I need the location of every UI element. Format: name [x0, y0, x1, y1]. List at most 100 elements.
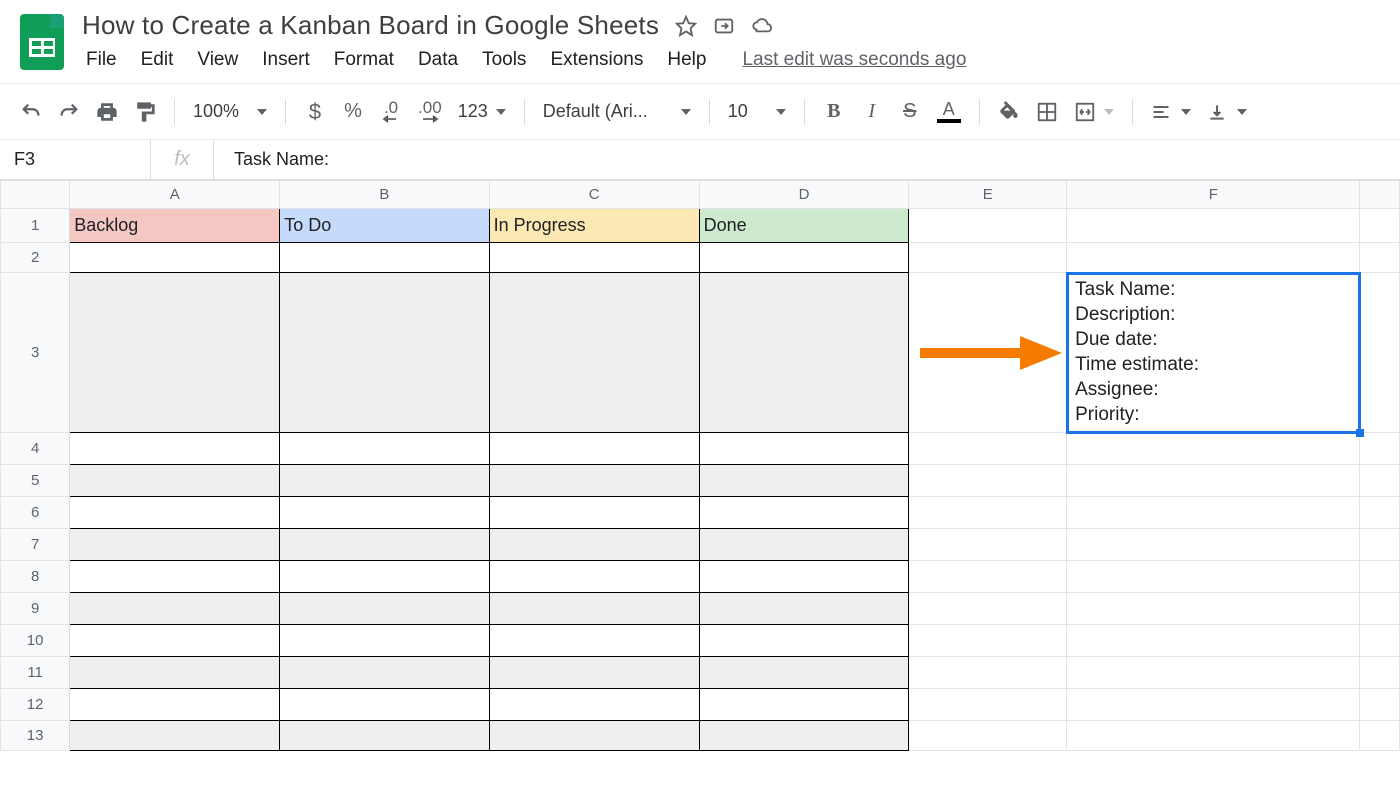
format-percent-button[interactable]: % [336, 95, 370, 129]
menu-data[interactable]: Data [418, 49, 458, 71]
cell-A3[interactable] [70, 273, 280, 433]
cell-B1[interactable]: To Do [280, 209, 489, 243]
paint-format-button[interactable] [128, 95, 162, 129]
cell[interactable] [1067, 465, 1360, 497]
vertical-align-dropdown[interactable] [1201, 95, 1253, 129]
cell-B10[interactable] [280, 625, 489, 657]
cell[interactable] [909, 561, 1067, 593]
undo-button[interactable] [14, 95, 48, 129]
cell[interactable] [1067, 433, 1360, 465]
menu-tools[interactable]: Tools [482, 49, 526, 71]
cell-D4[interactable] [699, 433, 909, 465]
row-header[interactable]: 10 [1, 625, 70, 657]
doc-title[interactable]: How to Create a Kanban Board in Google S… [82, 10, 659, 41]
cell[interactable] [1360, 529, 1400, 561]
cell[interactable] [1360, 593, 1400, 625]
menu-edit[interactable]: Edit [141, 49, 174, 71]
cell-F1[interactable] [1067, 209, 1360, 243]
cell[interactable] [1067, 721, 1360, 751]
move-to-folder-icon[interactable] [713, 15, 735, 37]
cell-D1[interactable]: Done [699, 209, 909, 243]
cell-D9[interactable] [699, 593, 909, 625]
row-header[interactable]: 9 [1, 593, 70, 625]
italic-button[interactable]: I [855, 95, 889, 129]
cell[interactable] [1360, 243, 1400, 273]
cell[interactable] [909, 721, 1067, 751]
cell-C12[interactable] [489, 689, 699, 721]
cell-B8[interactable] [280, 561, 489, 593]
col-header-A[interactable]: A [70, 181, 280, 209]
borders-button[interactable] [1030, 95, 1064, 129]
cell-A13[interactable] [70, 721, 280, 751]
cell-C9[interactable] [489, 593, 699, 625]
cell-A6[interactable] [70, 497, 280, 529]
cell-F2[interactable] [1067, 243, 1360, 273]
merge-cells-dropdown[interactable] [1068, 95, 1120, 129]
menu-extensions[interactable]: Extensions [550, 49, 643, 71]
redo-button[interactable] [52, 95, 86, 129]
text-color-button[interactable]: A [931, 95, 967, 129]
bold-button[interactable]: B [817, 95, 851, 129]
row-header[interactable]: 13 [1, 721, 70, 751]
cell[interactable] [909, 465, 1067, 497]
cell-D8[interactable] [699, 561, 909, 593]
cell-C6[interactable] [489, 497, 699, 529]
cell[interactable] [909, 497, 1067, 529]
cell-B9[interactable] [280, 593, 489, 625]
row-header[interactable]: 7 [1, 529, 70, 561]
cell[interactable] [1360, 625, 1400, 657]
col-header-blank[interactable] [1360, 181, 1400, 209]
menu-help[interactable]: Help [667, 49, 706, 71]
cell-A1[interactable]: Backlog [70, 209, 280, 243]
cell-C2[interactable] [489, 243, 699, 273]
cell-C8[interactable] [489, 561, 699, 593]
cell[interactable] [909, 689, 1067, 721]
cell-A9[interactable] [70, 593, 280, 625]
cell-A2[interactable] [70, 243, 280, 273]
col-header-D[interactable]: D [699, 181, 909, 209]
row-header[interactable]: 3 [1, 273, 70, 433]
cell-C10[interactable] [489, 625, 699, 657]
menu-format[interactable]: Format [334, 49, 394, 71]
row-header[interactable]: 4 [1, 433, 70, 465]
row-header[interactable]: 5 [1, 465, 70, 497]
cell-B5[interactable] [280, 465, 489, 497]
cell-A4[interactable] [70, 433, 280, 465]
cell-D13[interactable] [699, 721, 909, 751]
name-box[interactable]: F3 [0, 149, 150, 170]
cell[interactable] [1360, 721, 1400, 751]
cell-B6[interactable] [280, 497, 489, 529]
cell-E2[interactable] [909, 243, 1067, 273]
selection-fill-handle[interactable] [1356, 429, 1364, 437]
increase-decimal-button[interactable]: .00 [412, 95, 448, 129]
cell[interactable] [1067, 657, 1360, 689]
horizontal-align-dropdown[interactable] [1145, 95, 1197, 129]
zoom-dropdown[interactable]: 100% [187, 95, 273, 129]
cell-D10[interactable] [699, 625, 909, 657]
cell-B2[interactable] [280, 243, 489, 273]
menu-insert[interactable]: Insert [262, 49, 310, 71]
cell-A5[interactable] [70, 465, 280, 497]
cell-D2[interactable] [699, 243, 909, 273]
cell[interactable] [1360, 657, 1400, 689]
cell-D6[interactable] [699, 497, 909, 529]
cell-A7[interactable] [70, 529, 280, 561]
row-header[interactable]: 11 [1, 657, 70, 689]
cell-B3[interactable] [280, 273, 489, 433]
cell-D12[interactable] [699, 689, 909, 721]
cell[interactable] [1067, 593, 1360, 625]
cell-C5[interactable] [489, 465, 699, 497]
cell-A12[interactable] [70, 689, 280, 721]
cell[interactable] [1360, 561, 1400, 593]
format-currency-button[interactable]: $ [298, 95, 332, 129]
cell[interactable] [1360, 209, 1400, 243]
cell-A11[interactable] [70, 657, 280, 689]
cell[interactable] [1360, 433, 1400, 465]
cell-C7[interactable] [489, 529, 699, 561]
menu-file[interactable]: File [86, 49, 117, 71]
select-all-corner[interactable] [1, 181, 70, 209]
row-header[interactable]: 6 [1, 497, 70, 529]
menu-view[interactable]: View [197, 49, 238, 71]
cloud-status-icon[interactable] [751, 15, 773, 37]
cell-D5[interactable] [699, 465, 909, 497]
